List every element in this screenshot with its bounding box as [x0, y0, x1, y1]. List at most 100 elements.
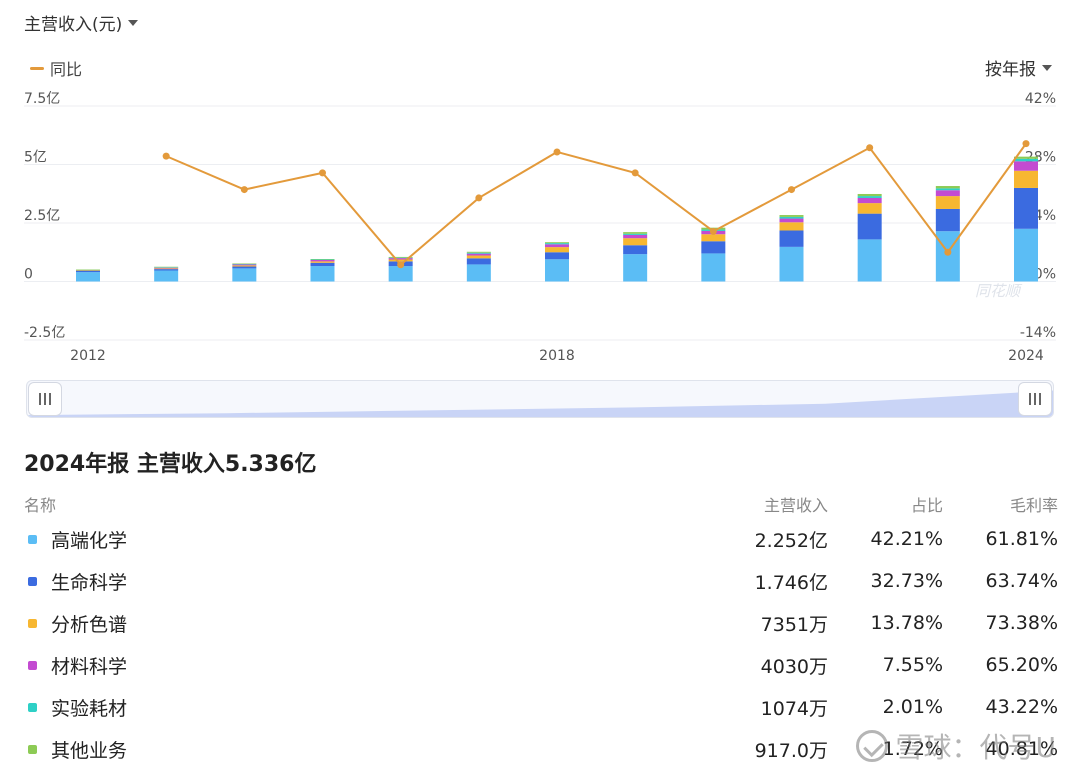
segment-margin: 61.81% — [985, 528, 1058, 550]
bar-segment — [545, 247, 569, 253]
yoy-point — [944, 248, 952, 256]
watermark: 雪球：代号U — [855, 726, 1057, 766]
segment-revenue: 7351万 — [760, 613, 828, 636]
bar-segment — [310, 261, 335, 263]
bar-segment — [623, 234, 648, 239]
bar-segment — [779, 216, 804, 219]
segment-margin: 63.74% — [985, 570, 1058, 592]
segment-margin: 73.38% — [985, 612, 1058, 634]
segment-margin: 65.20% — [985, 654, 1058, 676]
period-selector[interactable]: 按年报 — [985, 55, 1052, 80]
bar-segment — [935, 190, 960, 197]
bar-segment — [623, 232, 648, 234]
snowball-logo-icon — [855, 730, 888, 762]
bar-segment — [701, 234, 726, 242]
legend-yoy[interactable]: 同比 — [30, 56, 82, 80]
bar-segment — [154, 267, 179, 268]
segment-name: 实验耗材 — [51, 697, 128, 720]
metric-selector[interactable]: 主营收入(元) — [24, 10, 139, 35]
bar-segment — [935, 188, 960, 191]
yoy-point — [1022, 140, 1030, 148]
segment-revenue: 1074万 — [760, 697, 828, 720]
yoy-point — [631, 169, 639, 177]
bar-segment — [76, 269, 100, 271]
bar-segment — [935, 186, 960, 189]
segment-name: 分析色谱 — [51, 613, 128, 636]
bar-segment — [1014, 158, 1038, 162]
revenue-chart: 7.5亿 42%5亿 28%2.5亿 14%0 0%-2.5亿 -14%2012 2018 2… — [24, 91, 1056, 364]
segment-name-cell: 其他业务 — [24, 736, 688, 763]
segment-name: 生命科学 — [51, 571, 128, 594]
table-row[interactable]: 实验耗材 1074万 2.01% 43.22% — [24, 686, 1058, 728]
table-row[interactable]: 材料科学 4030万 7.55% 65.20% — [24, 644, 1058, 686]
bar-segment — [623, 233, 648, 235]
bar-segment — [310, 262, 335, 267]
bar-segment — [779, 222, 804, 231]
segment-name-cell: 实验耗材 — [24, 694, 688, 721]
detail-title: 2024年报 主营收入5.336亿 — [24, 452, 317, 477]
segment-margin: 43.22% — [985, 696, 1058, 718]
yoy-point — [162, 152, 170, 160]
table-row[interactable]: 分析色谱 7351万 13.78% 73.38% — [24, 602, 1058, 644]
chart-watermark: 同花顺 — [975, 282, 1023, 300]
table-header: 名称 主营收入 占比 毛利率 — [24, 490, 1058, 518]
series-color-swatch — [28, 702, 37, 712]
bar-segment — [779, 246, 804, 282]
bar-segment — [154, 269, 179, 271]
bar-segment — [154, 267, 179, 269]
yoy-point — [788, 186, 795, 194]
chevron-down-icon — [1042, 64, 1052, 71]
bar-segment — [232, 263, 257, 265]
segment-name-cell: 分析色谱 — [24, 610, 688, 637]
column-margin: 毛利率 — [1009, 496, 1058, 515]
y-left-tick-label: 5亿 — [24, 150, 47, 166]
bar-segment — [779, 218, 804, 223]
segment-revenue: 4030万 — [760, 655, 828, 678]
segment-revenue: 917.0万 — [754, 739, 828, 762]
y-right-tick-label: -14% — [1020, 325, 1056, 341]
bar-segment — [701, 241, 726, 254]
bar-segment — [76, 270, 100, 272]
bar-segment — [466, 258, 491, 265]
range-handle-right[interactable] — [1018, 382, 1052, 416]
bar-segment — [310, 259, 335, 260]
y-left-tick-label: 7.5亿 — [24, 91, 60, 107]
bar-segment — [545, 259, 569, 282]
segment-revenue: 2.252亿 — [754, 529, 828, 552]
bar-segment — [310, 259, 335, 262]
table-row[interactable]: 高端化学 2.252亿 42.21% 61.81% — [24, 518, 1058, 560]
x-tick-label: 2018 — [539, 348, 575, 364]
range-handle-left[interactable] — [28, 382, 62, 416]
segment-share: 13.78% — [870, 612, 943, 634]
bar-segment — [76, 272, 100, 282]
yoy-point — [553, 148, 561, 156]
bar-segment — [466, 251, 491, 253]
yoy-point — [475, 194, 483, 202]
bar-segment — [466, 255, 491, 259]
series-color-swatch — [28, 576, 37, 586]
y-left-tick-label: 0 — [24, 267, 33, 283]
bar-segment — [466, 253, 491, 256]
bar-segment — [466, 264, 491, 282]
x-tick-label: 2012 — [70, 348, 106, 364]
series-color-swatch — [28, 534, 37, 544]
bar-segment — [857, 213, 882, 240]
series-color-swatch — [28, 660, 37, 670]
column-revenue: 主营收入 — [763, 496, 828, 515]
bar-segment — [935, 208, 960, 232]
bar-segment — [232, 265, 257, 267]
series-color-swatch — [28, 618, 37, 628]
bar-segment — [857, 203, 882, 214]
bar-segment — [232, 266, 257, 269]
segment-share: 7.55% — [882, 654, 943, 676]
metric-label: 主营收入(元) — [24, 15, 123, 35]
segment-name-cell: 材料科学 — [24, 652, 688, 679]
column-share: 占比 — [910, 496, 943, 515]
bar-segment — [154, 266, 179, 268]
segment-share: 32.73% — [870, 570, 943, 592]
bar-segment — [545, 243, 569, 245]
table-row[interactable]: 生命科学 1.746亿 32.73% 63.74% — [24, 560, 1058, 602]
segment-name: 其他业务 — [51, 739, 128, 762]
range-slider[interactable] — [26, 380, 1054, 418]
watermark-text: 雪球：代号U — [895, 731, 1057, 764]
